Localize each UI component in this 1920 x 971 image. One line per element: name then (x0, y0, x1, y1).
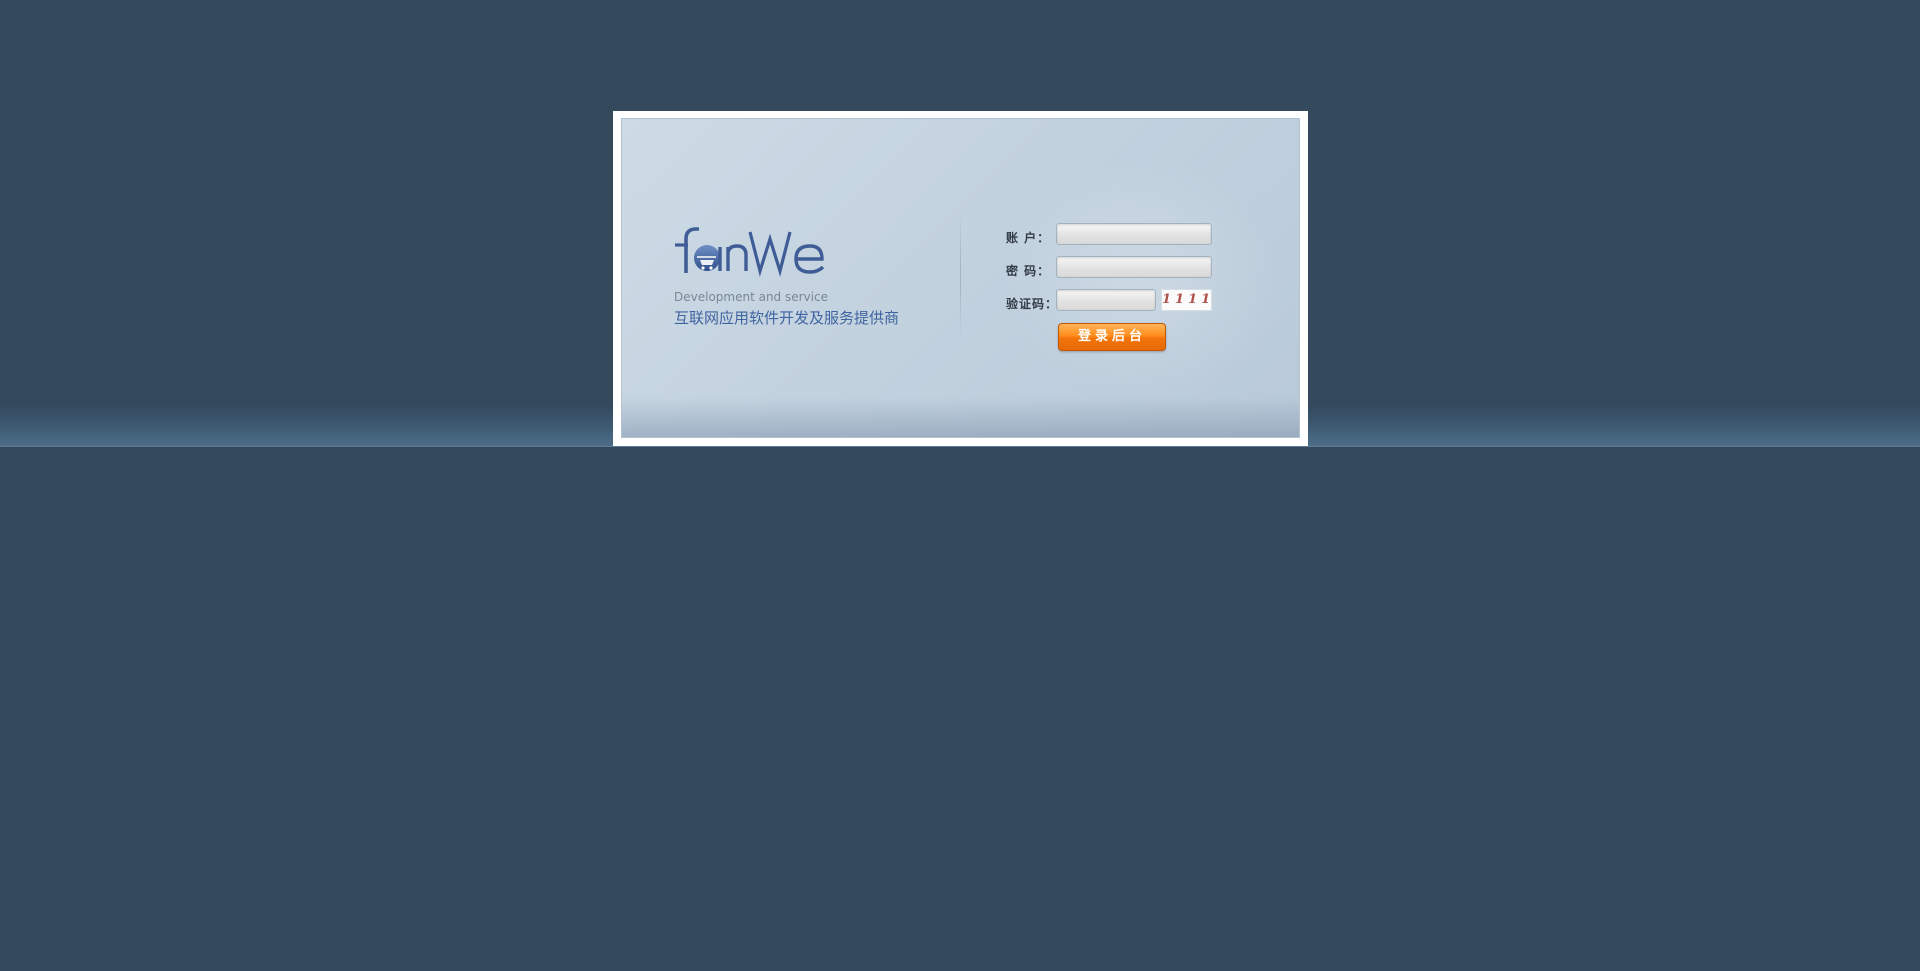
password-row: 密 码： (1006, 256, 1266, 282)
login-panel-body: fanWe D (621, 118, 1300, 438)
login-submit-button[interactable]: 登录后台 (1058, 323, 1166, 351)
page-background: fanWe D (0, 0, 1920, 971)
tagline-chinese: 互联网应用软件开发及服务提供商 (674, 309, 900, 327)
band-divider-line (0, 446, 1920, 447)
captcha-input[interactable] (1056, 289, 1156, 311)
panel-bottom-shade (622, 397, 1299, 437)
submit-row: 登录后台 (1006, 323, 1266, 353)
account-input[interactable] (1056, 223, 1212, 245)
login-form: 账 户： 密 码： 验证码： 1111 登录后台 (1006, 223, 1266, 363)
captcha-image[interactable]: 1111 (1161, 289, 1212, 311)
password-label: 密 码： (1006, 264, 1051, 278)
captcha-row: 验证码： 1111 (1006, 289, 1266, 315)
account-label: 账 户： (1006, 231, 1051, 245)
brand-area: fanWe D (674, 223, 944, 333)
tagline-english: Development and service (674, 290, 828, 304)
password-input[interactable] (1056, 256, 1212, 278)
fanwe-logo: fanWe (675, 227, 825, 277)
vertical-divider (960, 211, 961, 339)
login-panel: fanWe D (613, 111, 1308, 446)
account-row: 账 户： (1006, 223, 1266, 249)
captcha-label: 验证码： (1006, 297, 1059, 311)
